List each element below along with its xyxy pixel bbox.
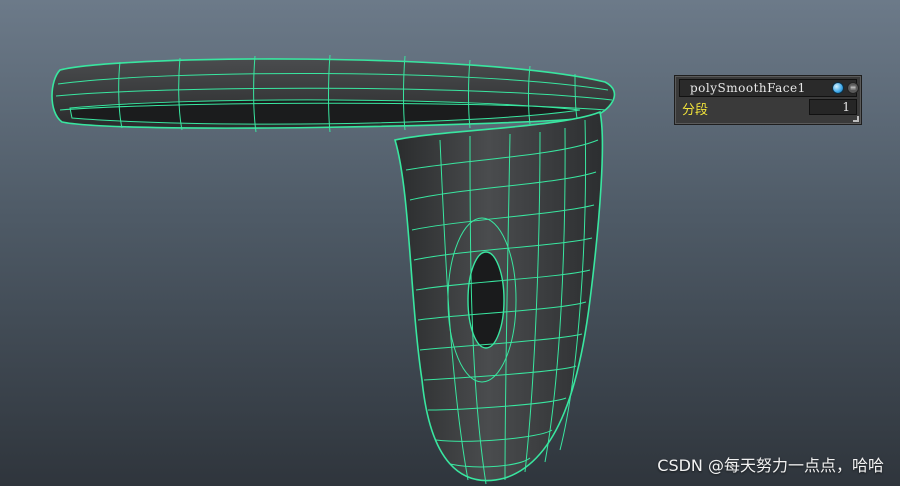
- sphere-icon[interactable]: [832, 82, 844, 94]
- polygon-mesh[interactable]: [51, 54, 616, 485]
- attribute-label: 分段: [682, 103, 709, 118]
- watermark: CSDN @每天努力一点点，哈哈: [657, 456, 884, 475]
- hud-title-bar[interactable]: polySmoothFace1 ≡: [679, 79, 859, 97]
- node-name: polySmoothFace1: [690, 81, 806, 95]
- attribute-value-field[interactable]: 1: [809, 99, 857, 115]
- channel-box-hud[interactable]: polySmoothFace1 ≡ 分段 1: [674, 75, 862, 125]
- viewport-canvas[interactable]: [0, 0, 900, 486]
- menu-icon[interactable]: ≡: [847, 82, 859, 94]
- 3d-viewport[interactable]: [0, 0, 900, 486]
- mesh-hole: [467, 251, 505, 349]
- resize-grip-icon[interactable]: [853, 116, 859, 122]
